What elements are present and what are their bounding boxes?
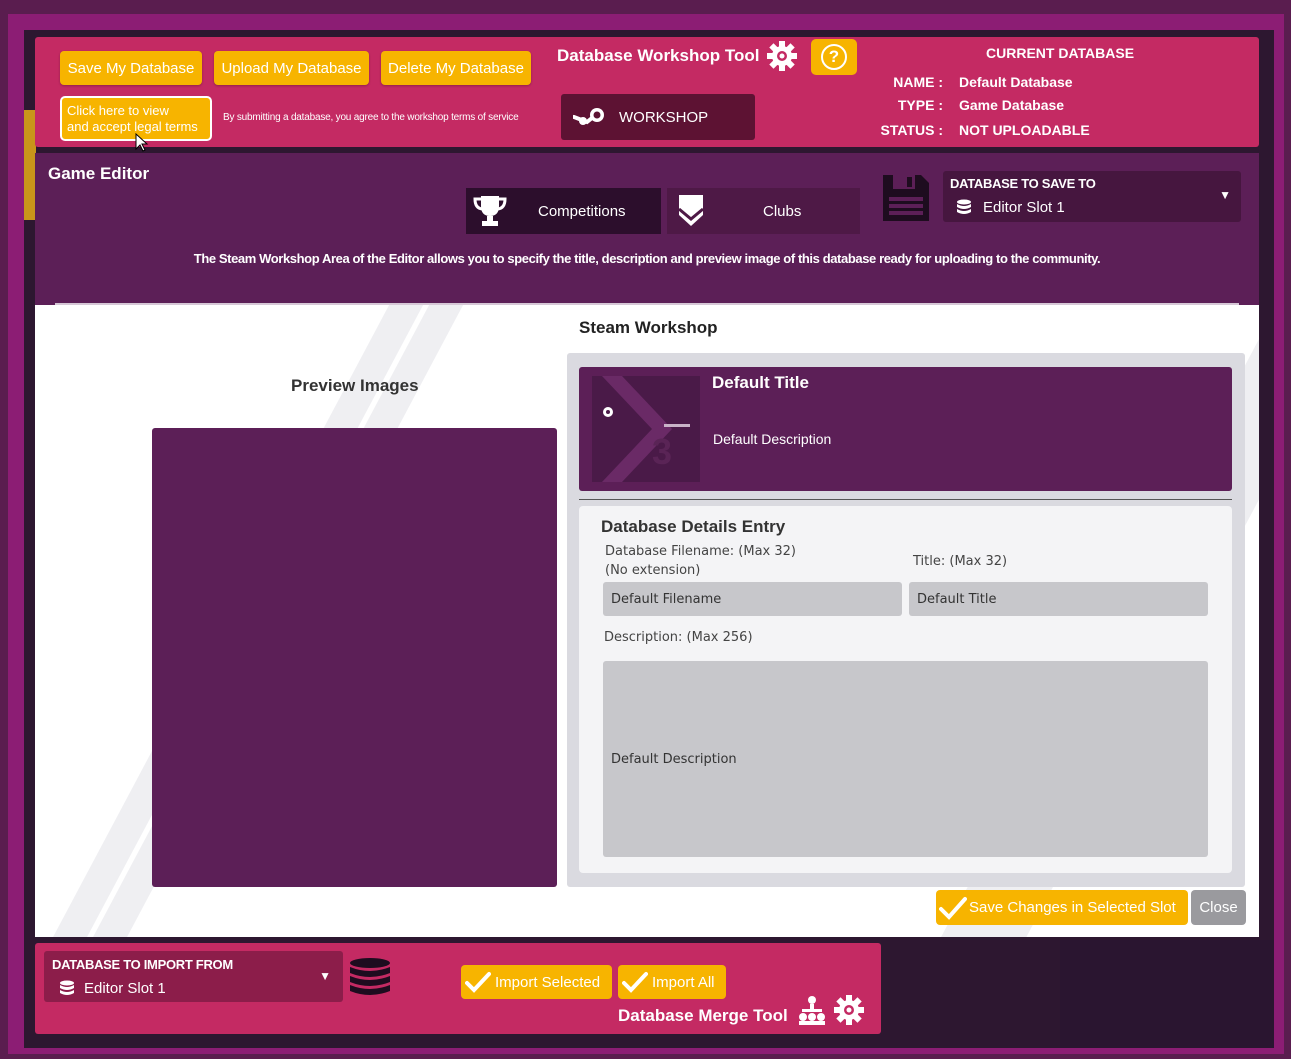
merge-tool-panel: DATABASE TO IMPORT FROM Editor Slot 1 ▼ …: [35, 943, 881, 1034]
close-button[interactable]: Close: [1191, 890, 1246, 925]
import-from-dropdown[interactable]: DATABASE TO IMPORT FROM Editor Slot 1 ▼: [44, 951, 343, 1002]
merge-hierarchy-icon: [799, 995, 864, 1025]
database-stack-icon: [350, 958, 390, 995]
current-database-heading: CURRENT DATABASE: [986, 45, 1135, 61]
filename-label: Database Filename: (Max 32): [605, 544, 796, 559]
floppy-disk-icon: [883, 175, 929, 221]
preview-card-description: Default Description: [713, 431, 832, 447]
help-button[interactable]: ?: [811, 39, 857, 75]
merge-tool-title: Database Merge Tool: [618, 1006, 788, 1025]
tab-clubs-label: Clubs: [763, 202, 802, 220]
steam-icon: [573, 108, 604, 125]
svg-text:3: 3: [652, 431, 672, 472]
filename-hint: (No extension): [605, 563, 701, 578]
preview-thumbnail: 3: [592, 376, 700, 482]
database-icon: [957, 199, 971, 214]
description-label: Description: (Max 256): [604, 630, 753, 645]
steam-workshop-title: Steam Workshop: [579, 318, 718, 337]
workshop-button[interactable]: WORKSHOP: [561, 94, 755, 140]
background-panel: [1060, 940, 1274, 1048]
type-key: TYPE :: [897, 97, 943, 113]
save-to-value: Editor Slot 1: [983, 199, 1065, 216]
checkmark-icon: [465, 972, 491, 993]
terms-notice: By submitting a database, you agree to t…: [223, 112, 519, 123]
import-selected-label: Import Selected: [495, 973, 601, 991]
shield-icon: [678, 195, 704, 226]
divider: [579, 499, 1232, 500]
status-key: STATUS :: [880, 122, 943, 138]
import-from-label: DATABASE TO IMPORT FROM: [52, 957, 233, 972]
steam-workshop-area: Steam Workshop Preview Images 3 Default …: [35, 305, 1259, 937]
database-icon: [60, 980, 74, 995]
database-details-form: Database Details Entry Database Filename…: [579, 506, 1232, 873]
workshop-preview-card: 3 Default Title Default Description: [579, 367, 1232, 491]
name-value: Default Database: [959, 74, 1073, 90]
help-icon: ?: [821, 44, 847, 70]
title-label: Title: (Max 32): [913, 554, 1008, 569]
preview-card-title: Default Title: [712, 373, 809, 392]
type-value: Game Database: [959, 97, 1065, 113]
preview-images-title: Preview Images: [291, 376, 419, 395]
filename-field[interactable]: Default Filename: [603, 582, 902, 616]
delete-database-button[interactable]: Delete My Database: [381, 51, 531, 85]
save-to-label: DATABASE TO SAVE TO: [950, 176, 1096, 191]
name-key: NAME :: [893, 74, 943, 90]
gear-icon: [767, 41, 797, 71]
mouse-cursor-icon: [135, 133, 149, 152]
save-changes-label: Save Changes in Selected Slot: [969, 899, 1176, 916]
game-editor-panel: Game Editor Competitions Clubs DATABASE …: [35, 153, 1259, 305]
checkmark-icon: [622, 972, 648, 993]
description-field[interactable]: Default Description: [603, 661, 1208, 857]
status-value: NOT UPLOADABLE: [959, 122, 1090, 138]
import-all-label: Import All: [652, 973, 715, 991]
import-selected-button[interactable]: Import Selected: [461, 965, 612, 999]
editor-description: The Steam Workshop Area of the Editor al…: [193, 251, 1101, 266]
workshop-details-panel: 3 Default Title Default Description Data…: [567, 353, 1245, 887]
workshop-label: WORKSHOP: [619, 108, 709, 126]
workshop-logo-icon: 3: [592, 376, 700, 482]
upload-database-button[interactable]: Upload My Database: [214, 51, 369, 85]
workshop-tool-title: Database Workshop Tool: [557, 46, 760, 65]
tab-competitions-label: Competitions: [538, 202, 626, 220]
save-database-button[interactable]: Save My Database: [60, 51, 202, 85]
details-title: Database Details Entry: [601, 517, 786, 536]
chevron-down-icon: ▼: [319, 969, 331, 983]
title-field[interactable]: Default Title: [909, 582, 1208, 616]
save-to-dropdown[interactable]: DATABASE TO SAVE TO Editor Slot 1 ▼: [943, 171, 1241, 222]
tab-clubs[interactable]: Clubs: [667, 188, 860, 234]
checkmark-icon: [939, 896, 967, 920]
legal-terms-line1: Click here to view: [67, 103, 169, 118]
tab-competitions[interactable]: Competitions: [466, 188, 661, 234]
editor-title: Game Editor: [48, 164, 150, 183]
save-changes-button[interactable]: Save Changes in Selected Slot: [936, 890, 1188, 925]
chevron-down-icon: ▼: [1219, 188, 1231, 202]
preview-image-area[interactable]: [152, 428, 557, 887]
trophy-icon: [473, 196, 507, 226]
import-from-value: Editor Slot 1: [84, 980, 166, 997]
import-all-button[interactable]: Import All: [618, 965, 726, 999]
